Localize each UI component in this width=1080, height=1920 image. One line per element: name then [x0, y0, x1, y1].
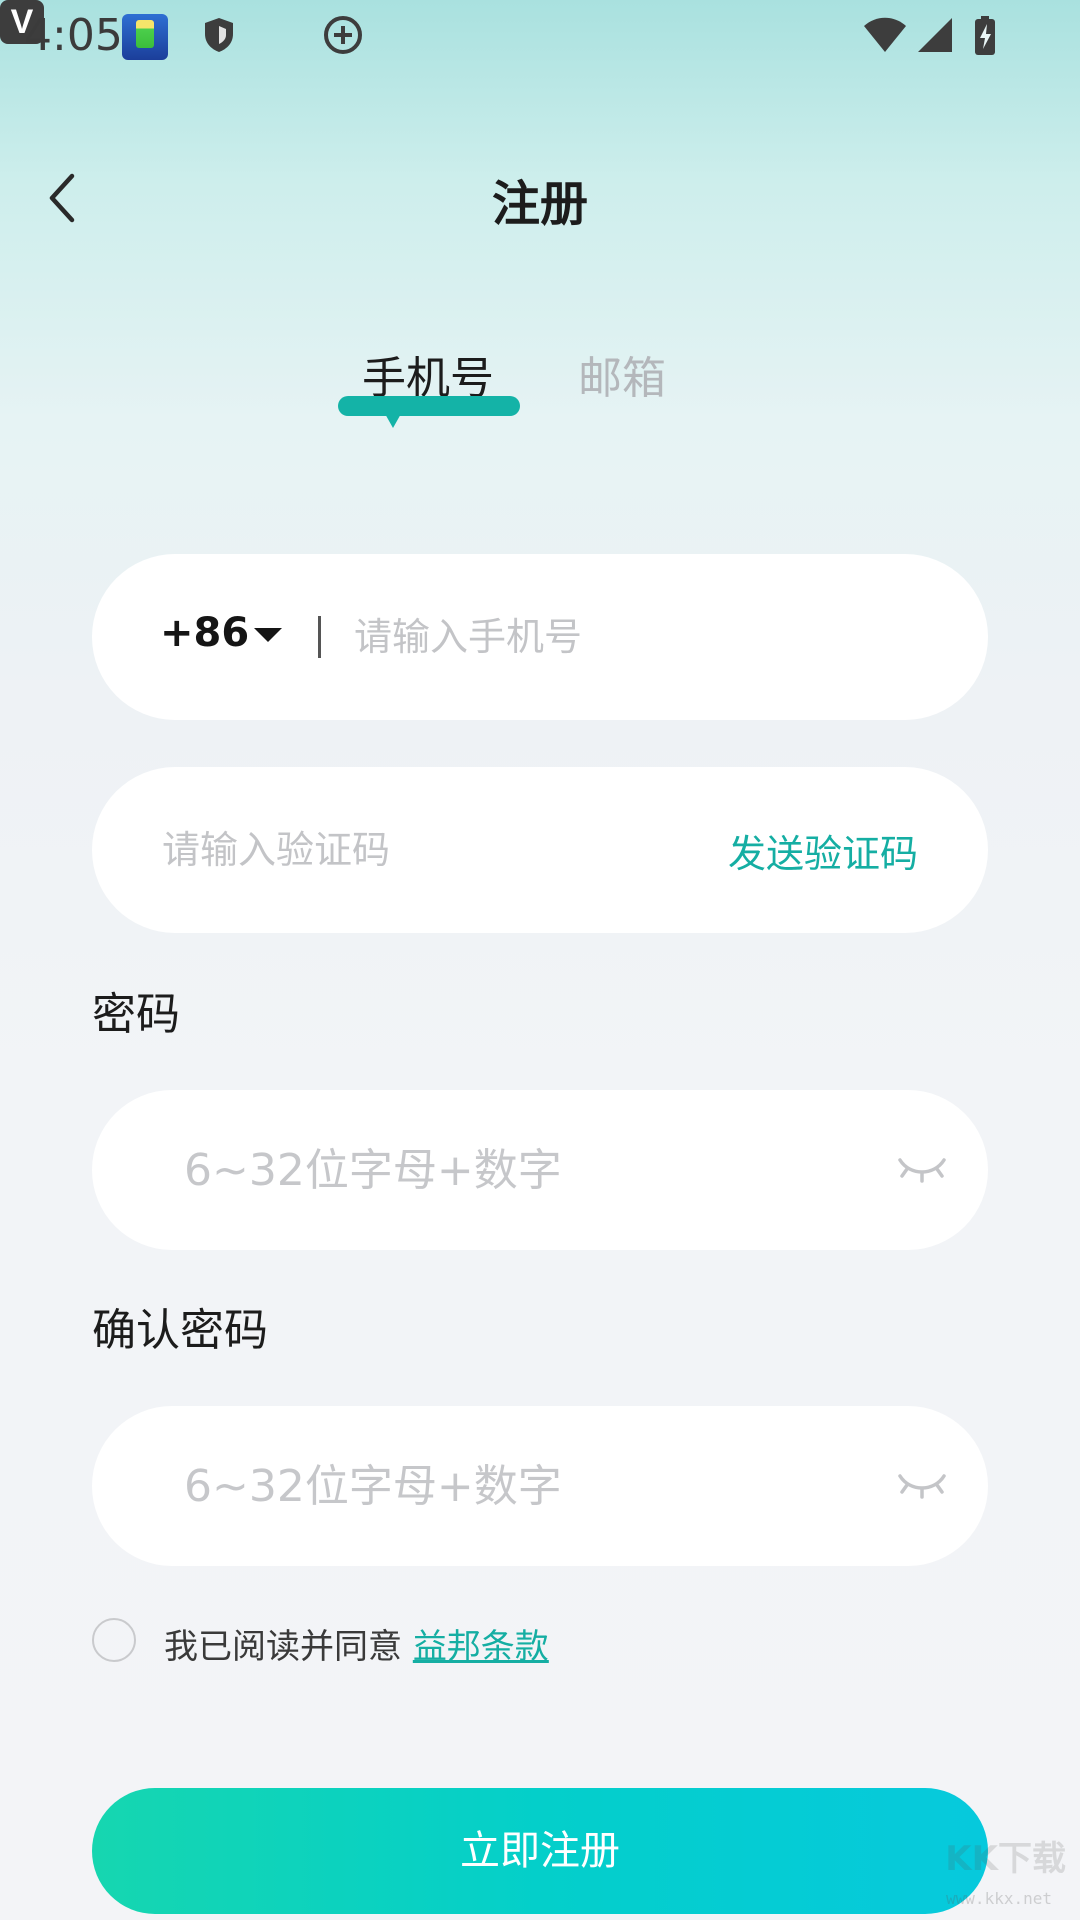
confirm-password-input[interactable]: [182, 1452, 826, 1520]
watermark-url: www.kkx.net: [946, 1889, 1052, 1908]
confirm-password-label: 确认密码: [92, 1305, 268, 1356]
status-bar: 4:05 V: [0, 0, 1080, 72]
verification-code-input[interactable]: [160, 821, 684, 879]
confirm-password-field: [92, 1406, 988, 1566]
agreement-text: 我已阅读并同意 益邦条款: [164, 1619, 549, 1668]
tab-email[interactable]: 邮箱: [578, 342, 666, 406]
page-title: 注册: [491, 176, 588, 232]
tab-active-indicator: [338, 396, 520, 416]
send-code-button[interactable]: 发送验证码: [728, 823, 918, 878]
password-input[interactable]: [182, 1136, 826, 1204]
battery-app-icon: [122, 14, 168, 60]
eye-closed-icon[interactable]: [894, 1464, 950, 1508]
country-code-selector[interactable]: +86: [160, 610, 249, 656]
password-label: 密码: [92, 989, 180, 1040]
agreement-checkbox[interactable]: [92, 1618, 136, 1662]
shield-icon: [205, 18, 233, 52]
register-button[interactable]: 立即注册: [92, 1788, 988, 1914]
phone-input[interactable]: [352, 608, 916, 666]
tab-indicator-pointer: [384, 412, 402, 428]
watermark-logo: KK下载: [945, 1839, 1066, 1879]
agreement-label: 我已阅读并同意: [164, 1627, 413, 1667]
eye-closed-icon[interactable]: [894, 1148, 950, 1192]
signal-icon: [918, 18, 952, 52]
battery-charging-icon: [975, 16, 995, 55]
caret-down-icon[interactable]: [254, 628, 282, 642]
phone-field: +86: [92, 554, 988, 720]
add-circle-icon: [324, 16, 362, 54]
wifi-icon: [864, 17, 906, 52]
field-divider: [318, 616, 321, 658]
terms-link[interactable]: 益邦条款: [413, 1627, 549, 1667]
password-field: [92, 1090, 988, 1250]
verification-code-field: 发送验证码: [92, 767, 988, 933]
status-time: 4:05: [24, 10, 123, 61]
